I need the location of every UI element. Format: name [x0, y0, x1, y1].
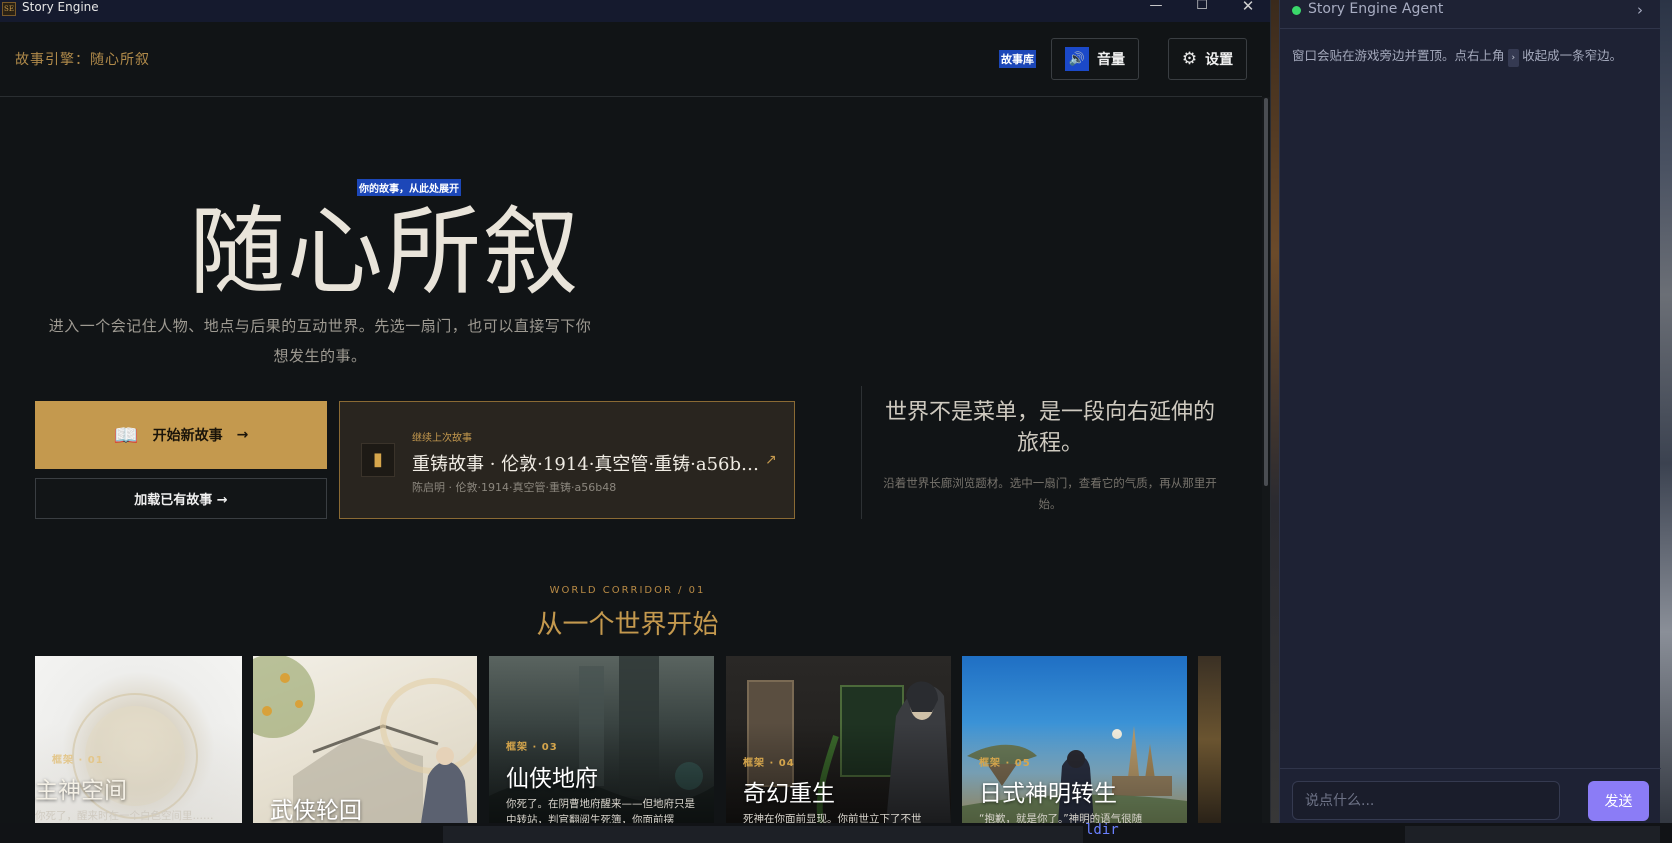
world-card-tag: 框架 · 05 [979, 758, 1031, 769]
world-card[interactable]: 框架 · 01 主神空间 你死了，醒来时在一个白色空间里…… [35, 656, 242, 823]
window-title: Story Engine [22, 0, 99, 14]
taskbar-segment [1405, 826, 1660, 843]
brand-title[interactable]: 故事引擎：随心所叙 [15, 49, 150, 69]
world-card[interactable]: 框架 · 03 仙侠地府 你死了。在阴曹地府醒来——但地府只是中转站，判官翻阅生… [489, 656, 714, 823]
corridor-title: 从一个世界开始 [536, 610, 719, 640]
world-card-desc: 死神在你面前显现。你前世立下了不世 [743, 813, 922, 823]
agent-name: Story Engine Agent [1308, 1, 1444, 17]
start-button-label: 开始新故事 [152, 428, 223, 444]
world-card-image [1198, 656, 1221, 823]
agent-hint-text: 窗口会贴在游戏旁边并置顶。点右上角 [1292, 48, 1505, 63]
open-book-icon: 📖 [113, 423, 139, 447]
terminal-text-fragment: ldir [1085, 822, 1119, 838]
hero-title: 随心所叙 [189, 196, 581, 308]
world-card-title: 主神空间 [35, 778, 127, 804]
card-overlay [962, 723, 1187, 823]
world-card-desc: 你死了。在阴曹地府醒来——但地府只是中转站，判官翻阅生死簿，你面前摆 [506, 798, 695, 823]
continue-story-card[interactable]: ▮ 继续上次故事 重铸故事 · 伦敦·1914·真空管·重铸·a56b48 陈启… [339, 401, 795, 519]
side-heading: 世界不是菜单，是一段向右延伸的旅程。 [884, 400, 1215, 456]
agent-header: Story Engine Agent › [1280, 0, 1661, 29]
app-logo-icon: SE [2, 2, 16, 16]
settings-button-label: 设置 [1205, 52, 1234, 68]
settings-button[interactable]: ⚙ 设置 [1168, 38, 1247, 80]
online-status-dot [1292, 6, 1301, 15]
sound-button[interactable]: 🔊 音量 [1051, 38, 1139, 80]
world-card[interactable]: 框架 · 05 日式神明转生 “抱歉，就是你了。”神明的语气很随 [962, 656, 1187, 823]
world-card-tag: 框架 · 03 [506, 742, 558, 753]
sound-button-label: 音量 [1097, 52, 1125, 68]
world-card-tag: 框架 · 01 [52, 755, 104, 766]
agent-panel: Story Engine Agent › 窗口会贴在游戏旁边并置顶。点右上角 › 收… [1279, 0, 1661, 826]
continue-story-meta: 陈启明 · 伦敦·1914·真空管·重铸·a56b48 [412, 481, 617, 494]
external-arrow-icon: ↗ [765, 452, 777, 468]
desktop-background-strip [1271, 0, 1279, 843]
world-corridor-carousel[interactable]: 框架 · 01 主神空间 你死了，醒来时在一个白色空间里…… 武侠轮回 框架 ·… [35, 656, 1221, 823]
world-card[interactable] [1198, 656, 1221, 823]
arrow-right-icon: → [236, 427, 249, 443]
continue-label: 继续上次故事 [412, 433, 472, 444]
corridor-label: WORLD CORRIDOR / 01 [549, 585, 706, 596]
hero-subtitle-line: 进入一个会记住人物、地点与后果的互动世界。先选一扇门，也可以直接写下你 [48, 317, 592, 335]
book-icon: ▮ [361, 443, 395, 477]
gear-icon: ⚙ [1181, 49, 1198, 69]
world-card-desc: 你死了，醒来时在一个白色空间里…… [35, 810, 214, 822]
agent-message-input[interactable] [1292, 781, 1560, 820]
chevron-key-icon: › [1507, 49, 1520, 67]
world-card-desc: “抱歉，就是你了。”神明的语气很随 [979, 813, 1143, 823]
world-card-title: 奇幻重生 [743, 781, 835, 807]
scrollbar-thumb[interactable] [1264, 98, 1268, 486]
close-icon[interactable]: ✕ [1225, 0, 1270, 22]
world-card-title: 日式神明转生 [979, 781, 1117, 807]
world-card-tag: 框架 · 04 [743, 758, 795, 769]
desktop-background-edge [1660, 0, 1672, 843]
card-overlay [726, 723, 951, 823]
side-subtitle: 沿着世界长廊浏览题材。选中一扇门，查看它的气质，再从那里开始。 [883, 476, 1217, 511]
world-card[interactable]: 武侠轮回 [253, 656, 477, 823]
maximize-icon[interactable]: ☐ [1179, 0, 1225, 22]
story-library-link[interactable]: 故事库 [999, 50, 1036, 68]
load-story-button[interactable]: 加载已有故事 → [35, 478, 327, 519]
collapse-chevron-icon[interactable]: › [1637, 1, 1643, 19]
taskbar-segment [443, 826, 1083, 843]
agent-composer: 发送 [1280, 768, 1661, 826]
agent-hint: 窗口会贴在游戏旁边并置顶。点右上角 › 收起成一条窄边。 [1292, 47, 1654, 67]
start-new-story-button[interactable]: 📖 开始新故事 → [35, 401, 327, 469]
title-bar[interactable]: SE Story Engine — ☐ ✕ [0, 0, 1270, 22]
world-card-title: 仙侠地府 [506, 766, 598, 792]
speaker-icon: 🔊 [1065, 47, 1089, 71]
hero-subtitle-line: 想发生的事。 [273, 347, 367, 365]
hero-subtitle: 进入一个会记住人物、地点与后果的互动世界。先选一扇门，也可以直接写下你 想发生的… [35, 311, 605, 371]
world-card[interactable]: 框架 · 04 奇幻重生 死神在你面前显现。你前世立下了不世 [726, 656, 951, 823]
story-engine-window: SE Story Engine — ☐ ✕ 故事引擎：随心所叙 故事库 🔊 音量… [0, 0, 1271, 823]
send-button[interactable]: 发送 [1588, 781, 1649, 821]
continue-story-title: 重铸故事 · 伦敦·1914·真空管·重铸·a56b48 [412, 454, 762, 475]
minimize-icon[interactable]: — [1133, 0, 1179, 22]
agent-hint-text: 收起成一条窄边。 [1522, 48, 1623, 63]
divider [861, 386, 862, 519]
app-header: 故事引擎：随心所叙 故事库 🔊 音量 ⚙ 设置 [0, 22, 1262, 97]
world-card-title: 武侠轮回 [270, 798, 362, 823]
